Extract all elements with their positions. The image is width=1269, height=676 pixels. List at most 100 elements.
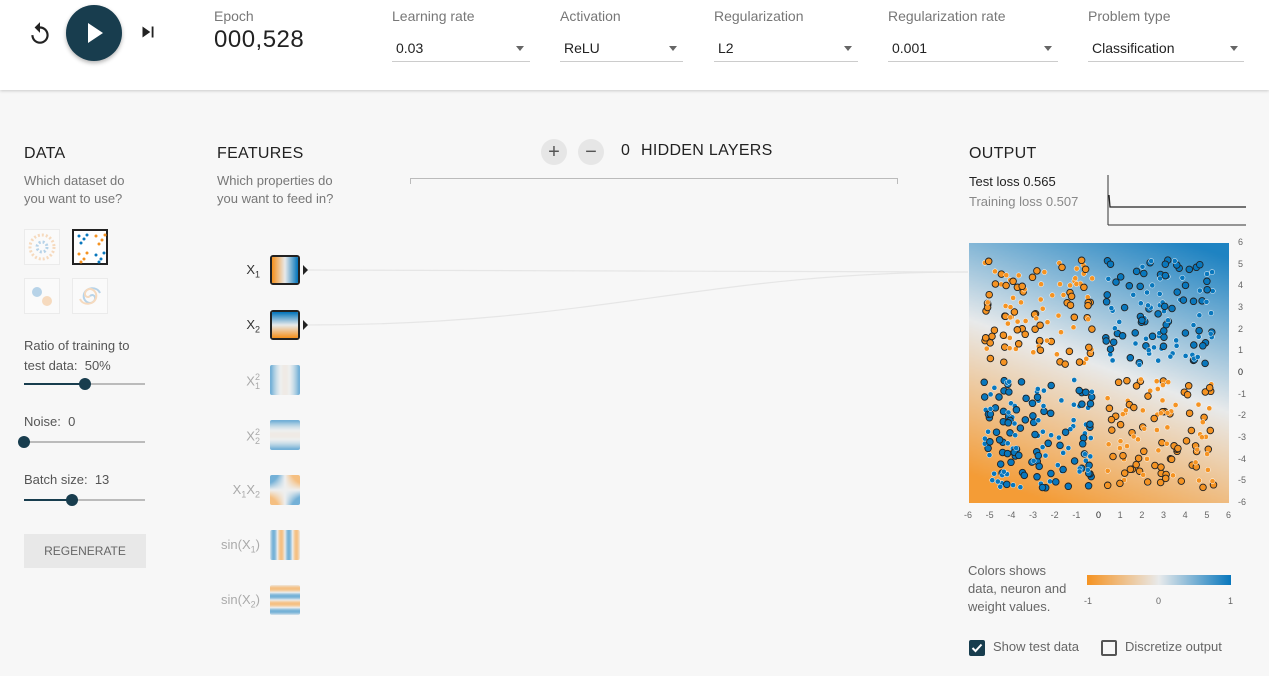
feature-label: X1	[200, 262, 260, 280]
data-point	[1199, 483, 1207, 492]
data-point	[1042, 452, 1049, 459]
data-point	[1010, 308, 1019, 316]
data-point	[1087, 435, 1094, 441]
feature-thumbnail[interactable]	[270, 420, 300, 450]
feature-output-arrow	[303, 265, 308, 275]
x-tick-label: -5	[985, 510, 994, 520]
data-point	[1072, 275, 1079, 282]
feature-label-base: X	[246, 373, 255, 389]
show-test-data-checkbox[interactable]	[969, 640, 985, 656]
data-point	[1073, 265, 1080, 272]
data-point	[1065, 347, 1074, 356]
data-point	[1014, 318, 1021, 325]
data-point	[1071, 401, 1077, 408]
discretize-output-checkbox[interactable]	[1101, 640, 1117, 656]
data-point	[1047, 478, 1053, 485]
data-point	[1157, 463, 1165, 471]
data-point	[991, 280, 1000, 288]
data-point	[1187, 426, 1196, 435]
data-point	[1136, 361, 1143, 368]
data-point	[1105, 441, 1112, 448]
data-point	[1048, 432, 1054, 439]
data-point	[995, 393, 1003, 401]
data-point	[1049, 292, 1056, 299]
feature-thumbnail[interactable]	[270, 530, 300, 560]
data-point	[1006, 378, 1012, 385]
feature-thumbnail[interactable]	[270, 255, 300, 285]
data-point	[1005, 388, 1013, 396]
data-point	[1056, 434, 1062, 441]
data-point	[1038, 483, 1047, 492]
data-point	[1135, 436, 1141, 443]
feature-label: X2	[200, 317, 260, 335]
data-point	[991, 384, 998, 391]
data-point	[1061, 360, 1069, 368]
data-point	[1040, 407, 1048, 416]
data-point	[1179, 274, 1186, 281]
legend-tick-max: 1	[1228, 596, 1234, 606]
feature-label-subscript: 2	[254, 435, 260, 446]
feature-label-base: X	[232, 482, 242, 497]
data-point	[1039, 305, 1046, 312]
data-point	[980, 378, 988, 387]
feature-thumbnail[interactable]	[270, 585, 300, 615]
data-point	[1047, 381, 1055, 390]
data-point	[1007, 304, 1014, 310]
data-point	[1108, 426, 1116, 434]
data-point	[1132, 460, 1140, 469]
data-point	[1194, 446, 1201, 453]
data-point	[1109, 452, 1117, 461]
data-point	[1132, 267, 1141, 276]
data-point	[1084, 467, 1091, 473]
add-layer-button[interactable]: +	[541, 139, 567, 165]
data-point	[1107, 415, 1116, 424]
remove-layer-button[interactable]: −	[578, 139, 604, 165]
feature-thumbnail[interactable]	[270, 310, 300, 340]
y-tick-label: 5	[1238, 258, 1244, 269]
data-point	[1034, 451, 1043, 460]
training-loss-label: Training loss	[969, 194, 1043, 209]
data-point	[992, 428, 1001, 436]
data-point	[1154, 386, 1161, 392]
data-point	[991, 470, 997, 477]
output-data-points	[980, 256, 1218, 492]
data-point	[1067, 282, 1073, 289]
data-point	[1004, 440, 1011, 447]
feature-thumbnail[interactable]	[270, 365, 300, 395]
data-point	[997, 483, 1004, 490]
feature-thumbnail[interactable]	[270, 475, 300, 505]
data-point	[1033, 267, 1041, 275]
data-point	[984, 257, 993, 266]
data-point	[1151, 461, 1159, 470]
data-point	[1165, 379, 1172, 385]
data-point	[1017, 484, 1024, 491]
data-point	[1102, 337, 1110, 345]
data-point	[1126, 354, 1135, 362]
data-point	[1081, 265, 1090, 274]
y-tick-label: 1	[1238, 345, 1244, 356]
data-point	[1014, 340, 1023, 348]
data-point	[1132, 340, 1139, 347]
data-point	[1201, 359, 1209, 368]
feature-label-base: X	[246, 317, 255, 332]
data-point	[1106, 260, 1115, 268]
data-point	[1015, 451, 1023, 460]
data-point	[1125, 282, 1134, 290]
data-point	[1033, 393, 1042, 401]
data-point	[1033, 315, 1040, 322]
data-point	[1003, 480, 1011, 489]
data-point	[1148, 258, 1155, 264]
data-point	[1154, 427, 1160, 433]
data-point	[1044, 337, 1050, 344]
data-point	[1036, 336, 1044, 345]
x-tick-label: 0	[1096, 510, 1102, 520]
data-point	[1190, 341, 1198, 349]
y-tick-label: -2	[1238, 410, 1247, 421]
data-point	[1088, 325, 1096, 333]
y-tick-label: -4	[1238, 453, 1247, 464]
data-point	[1156, 291, 1163, 297]
data-point	[1075, 358, 1084, 366]
output-heatmap	[969, 243, 1229, 503]
data-point	[1044, 319, 1051, 326]
data-point	[1138, 376, 1144, 383]
